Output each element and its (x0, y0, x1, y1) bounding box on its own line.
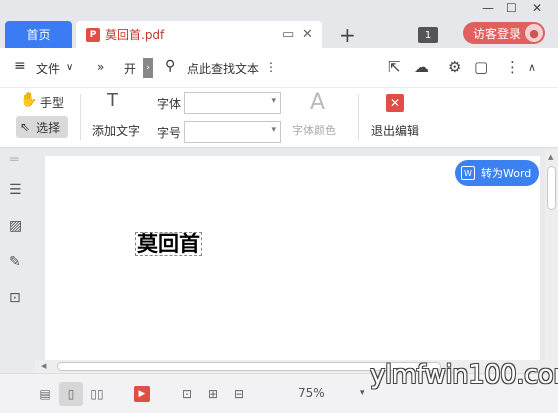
thumbnail-icon[interactable]: ▨ (9, 218, 22, 234)
left-sidebar: ═ ☰ ▨ ✎ ⊡ (0, 150, 35, 372)
page-count-badge[interactable]: 1 (418, 27, 438, 43)
open-menu[interactable]: 开 (124, 60, 136, 77)
divider (358, 94, 359, 140)
exit-edit-button[interactable]: 退出编辑 (371, 122, 419, 139)
word-icon: W (461, 166, 475, 180)
size-label: 字号 (157, 126, 182, 140)
tab-home-label: 首页 (26, 28, 51, 42)
tab-document[interactable]: P 莫回首.pdf ▭ ✕ (76, 21, 322, 48)
fit-width-icon[interactable]: ⊟ (230, 385, 248, 403)
more-vertical-icon[interactable]: ⋮ (505, 58, 520, 76)
hand-tool-button[interactable]: 手型 (40, 94, 64, 111)
cloud-icon[interactable]: ☁ (414, 58, 429, 76)
annotation-icon[interactable]: ✎ (9, 254, 21, 270)
font-label: 字体 (157, 97, 182, 111)
minimize-button[interactable]: — (482, 1, 494, 15)
visitor-login-label: 访客登录 (473, 26, 522, 41)
zoom-level[interactable]: 75% (298, 386, 325, 400)
play-icon[interactable]: ▶ (134, 386, 150, 402)
font-size-select[interactable] (184, 121, 281, 143)
add-text-icon: T (107, 90, 118, 111)
gear-icon[interactable]: ⚙ (448, 58, 461, 76)
more-menu[interactable]: » (97, 60, 104, 74)
single-page-view-icon[interactable]: ▤ (36, 385, 54, 403)
divider (80, 94, 81, 140)
hamburger-icon[interactable]: ≡ (14, 58, 26, 74)
more-options-icon[interactable]: ⋮ (265, 60, 277, 74)
watermark: ylmfwin100.com (370, 360, 558, 390)
hand-icon: ✋ (20, 92, 38, 108)
zoom-dropdown-icon[interactable]: ▾ (360, 388, 365, 398)
continuous-view-icon[interactable]: ▯ (59, 382, 83, 406)
vertical-scroll-thumb[interactable] (547, 166, 556, 210)
visitor-login-button[interactable]: 访客登录 ● (463, 22, 545, 44)
pdf-page[interactable]: 莫回首 (45, 156, 540, 360)
file-menu[interactable]: 文件 (36, 60, 60, 77)
ribbon-toolbar: ✋ 手型 ⇖ 选择 T 添加文字 字体 字号 A 字体颜色 ✕ 退出编辑 (0, 88, 558, 148)
convert-to-word-button[interactable]: W 转为Word (455, 160, 539, 186)
drag-handle-icon[interactable]: ═ (10, 152, 18, 168)
chevron-down-icon[interactable]: ∨ (66, 62, 73, 73)
document-text[interactable]: 莫回首 (135, 232, 202, 256)
maximize-button[interactable]: ☐ (506, 1, 517, 15)
bookmark-icon[interactable]: ⊡ (9, 290, 21, 306)
tab-document-label: 莫回首.pdf (105, 28, 165, 42)
new-tab-button[interactable]: + (339, 23, 356, 47)
scroll-left-icon[interactable]: ◀ (41, 362, 46, 370)
two-page-view-icon[interactable]: ▯▯ (88, 385, 106, 403)
search-icon: ⚲ (165, 58, 176, 74)
pdf-file-icon: P (86, 27, 100, 42)
menu-bar: ≡ 文件 ∨ » 开 › ⚲ 点此查找文本 ⋮ ⇱ ☁ ⚙ ▢ ⋮ ∧ (0, 48, 558, 88)
screen-icon[interactable]: ▭ (282, 27, 294, 42)
comment-icon[interactable]: ▢ (474, 58, 488, 76)
share-icon[interactable]: ⇱ (388, 58, 401, 76)
avatar-icon: ● (525, 24, 543, 42)
cursor-icon: ⇖ (20, 120, 31, 134)
search-input[interactable]: 点此查找文本 (187, 60, 259, 77)
exit-edit-icon: ✕ (386, 94, 404, 112)
select-tool-button[interactable]: ⇖ 选择 (16, 116, 68, 138)
tab-home[interactable]: 首页 (5, 21, 72, 48)
font-color-button[interactable]: 字体颜色 (292, 122, 336, 138)
close-tab-icon[interactable]: ✕ (302, 27, 313, 42)
font-color-icon: A (310, 90, 326, 115)
font-select[interactable] (184, 92, 281, 114)
convert-to-word-label: 转为Word (481, 167, 532, 180)
fit-page-icon[interactable]: ⊞ (204, 385, 222, 403)
scroll-right-icon[interactable]: › (143, 58, 153, 78)
select-tool-label: 选择 (36, 120, 61, 135)
scroll-up-icon[interactable]: ▲ (548, 153, 553, 161)
close-window-button[interactable]: ✕ (532, 1, 542, 15)
title-bar: — ☐ ✕ 首页 P 莫回首.pdf ▭ ✕ + 1 访客登录 ● (0, 0, 558, 48)
outline-icon[interactable]: ☰ (9, 182, 22, 198)
add-text-button[interactable]: 添加文字 (92, 122, 140, 139)
vertical-scrollbar[interactable]: ▲ (545, 150, 558, 372)
chevron-up-icon[interactable]: ∧ (528, 61, 536, 74)
actual-size-icon[interactable]: ⊡ (178, 385, 196, 403)
